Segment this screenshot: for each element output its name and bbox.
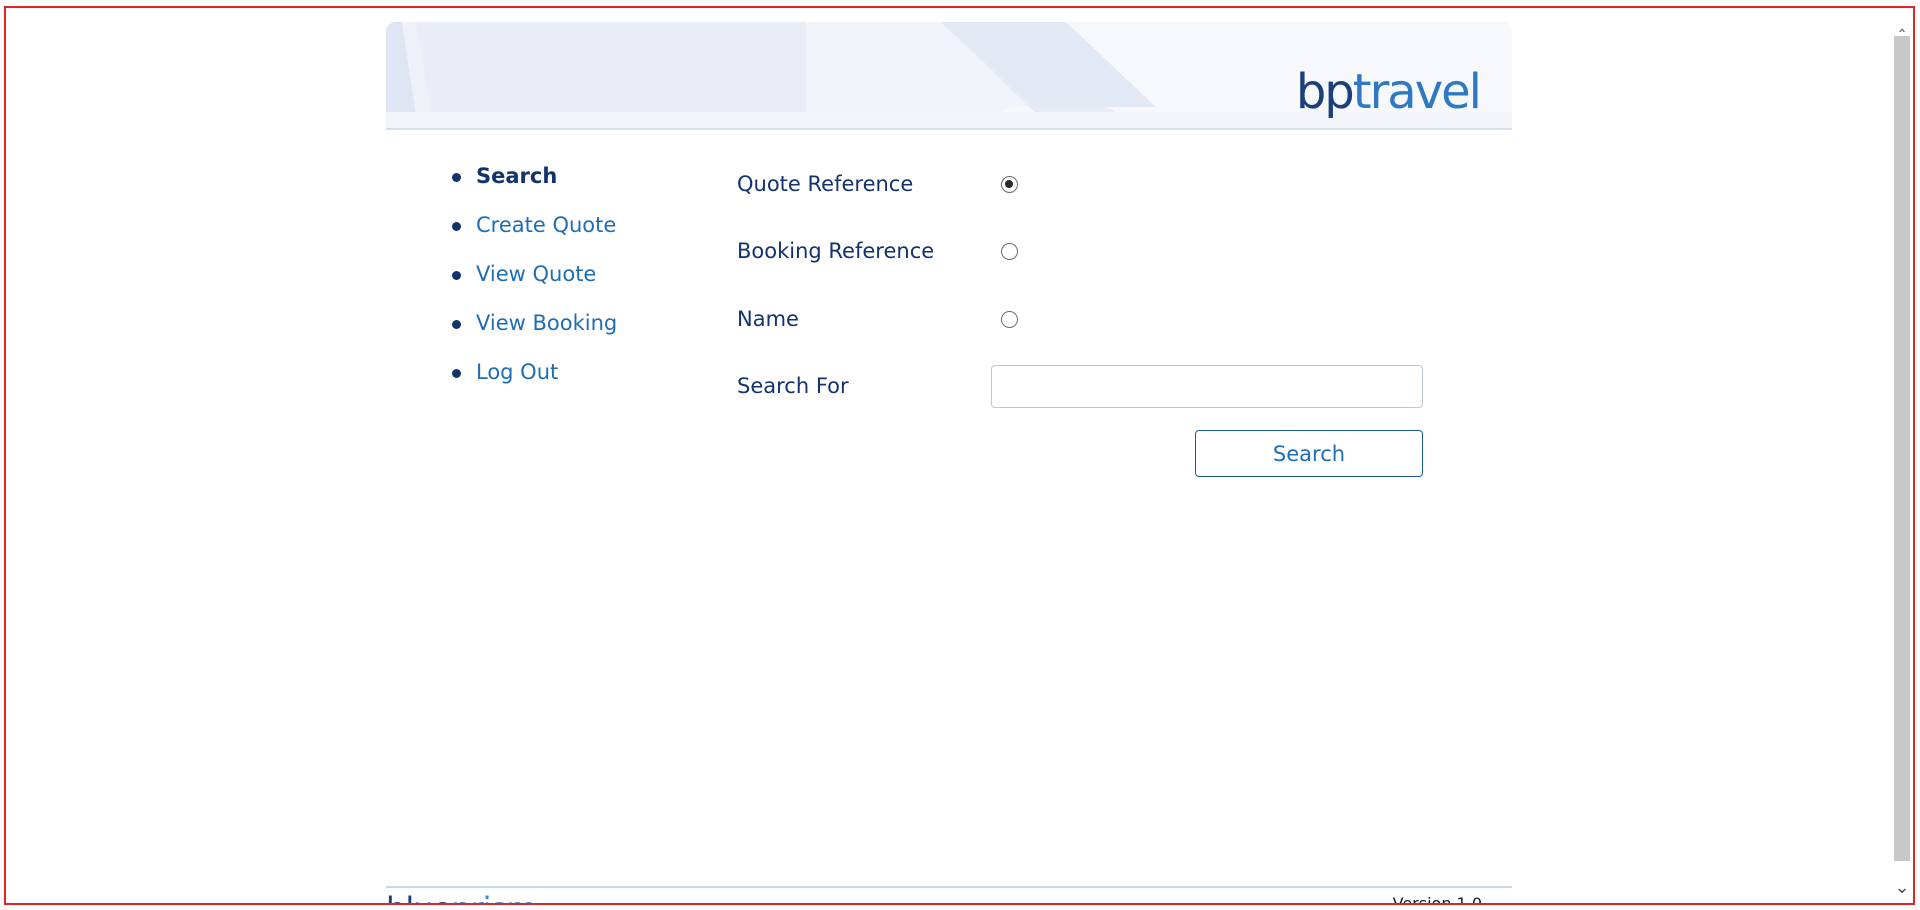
bptravel-logo: bptravel xyxy=(1295,64,1482,120)
brand-part-bp: bp xyxy=(1295,64,1355,120)
footer-logo-part-prism: prism xyxy=(451,890,537,903)
scrollbar-thumb[interactable] xyxy=(1894,36,1910,861)
footer-logo-part-blue: blue xyxy=(386,890,452,903)
quote-reference-radio[interactable] xyxy=(1001,176,1018,193)
side-navigation: Search Create Quote View Quote View Book… xyxy=(452,162,617,407)
search-button[interactable]: Search xyxy=(1195,430,1423,477)
booking-reference-label: Booking Reference xyxy=(737,239,935,263)
booking-reference-radio[interactable] xyxy=(1001,243,1018,260)
browser-viewport: bptravel Search Create Quote View Quote … xyxy=(4,6,1915,905)
name-label: Name xyxy=(737,307,799,331)
version-label: Version 1.0 xyxy=(1392,894,1482,905)
nav-item-create-quote[interactable]: Create Quote xyxy=(452,211,617,260)
scroll-up-icon[interactable]: ‸ xyxy=(1891,12,1913,34)
page-container: bptravel Search Create Quote View Quote … xyxy=(386,22,1512,905)
nav-item-view-booking[interactable]: View Booking xyxy=(452,309,617,358)
brand-part-travel: travel xyxy=(1352,64,1482,120)
nav-item-search[interactable]: Search xyxy=(452,162,617,211)
name-radio[interactable] xyxy=(1001,311,1018,328)
header-banner: bptravel xyxy=(386,22,1512,130)
search-for-label: Search For xyxy=(737,374,849,398)
vertical-scrollbar[interactable]: ‸ ⌄ xyxy=(1891,8,1913,903)
quote-reference-label: Quote Reference xyxy=(737,172,914,196)
footer-divider xyxy=(386,886,1512,888)
scroll-down-icon[interactable]: ⌄ xyxy=(1891,877,1913,899)
blueprism-logo: blueprism xyxy=(386,889,537,903)
nav-item-log-out[interactable]: Log Out xyxy=(452,358,617,407)
search-for-input[interactable] xyxy=(991,365,1423,408)
nav-item-view-quote[interactable]: View Quote xyxy=(452,260,617,309)
